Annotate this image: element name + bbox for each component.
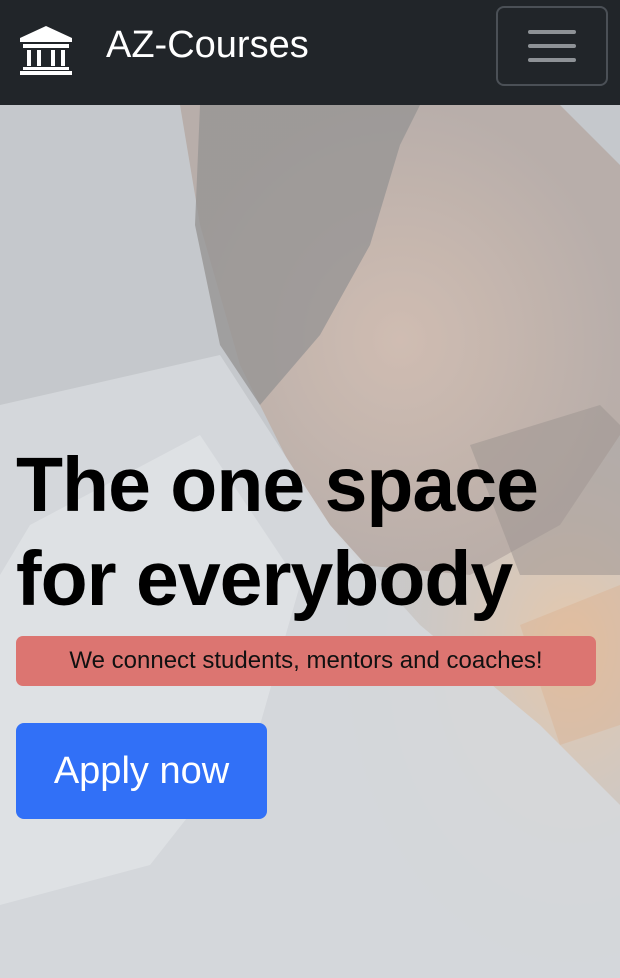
hero-tagline: We connect students, mentors and coaches… bbox=[16, 636, 596, 686]
brand-name: AZ-Courses bbox=[106, 24, 309, 66]
hero-title-line-1: The one space bbox=[16, 442, 539, 528]
bank-building-icon bbox=[18, 24, 74, 76]
navbar-toggler-button[interactable] bbox=[496, 6, 608, 86]
navbar: AZ-Courses bbox=[0, 0, 620, 105]
brand-link[interactable]: AZ-Courses bbox=[18, 24, 309, 76]
hero-title: The one space for everybody bbox=[16, 438, 616, 626]
hamburger-menu-icon bbox=[528, 44, 576, 48]
apply-now-button[interactable]: Apply now bbox=[16, 723, 267, 819]
hero-title-line-2: for everybody bbox=[16, 536, 513, 622]
hamburger-menu-icon bbox=[528, 58, 576, 62]
hero-section: The one space for everybody We connect s… bbox=[0, 105, 620, 978]
hamburger-menu-icon bbox=[528, 30, 576, 34]
